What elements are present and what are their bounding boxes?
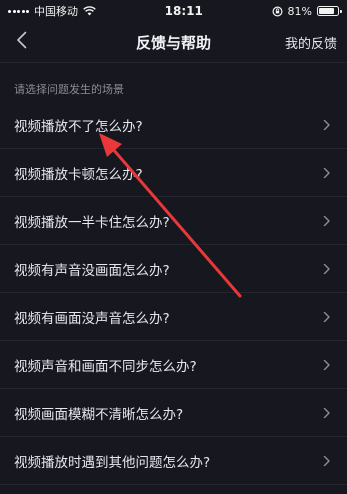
faq-list: 视频播放不了怎么办? 视频播放卡顿怎么办? 视频播放一半卡住怎么办? 视频有声音… [0,101,347,485]
faq-item-label: 视频有画面没声音怎么办? [14,310,170,327]
faq-item-label: 视频画面模糊不清晰怎么办? [14,406,184,423]
chevron-left-icon [16,31,28,53]
chevron-right-icon [323,359,331,371]
header: 反馈与帮助 我的反馈 [0,22,347,63]
my-feedback-link[interactable]: 我的反馈 [285,33,337,52]
faq-item-label: 视频有声音没画面怎么办? [14,262,170,279]
chevron-right-icon [323,407,331,419]
faq-item-video-no-audio[interactable]: 视频有画面没声音怎么办? [0,293,347,341]
chevron-right-icon [323,455,331,467]
faq-item-stutter[interactable]: 视频播放卡顿怎么办? [0,149,347,197]
battery-icon [317,6,342,16]
faq-item-blurry[interactable]: 视频画面模糊不清晰怎么办? [0,389,347,437]
faq-item-cannot-play[interactable]: 视频播放不了怎么办? [0,101,347,149]
status-time: 18:11 [164,4,203,18]
status-bar: 中国移动 18:11 81% [0,0,347,22]
faq-item-freeze-halfway[interactable]: 视频播放一半卡住怎么办? [0,197,347,245]
signal-icon [8,9,29,13]
status-right: 81% [272,4,342,18]
chevron-right-icon [323,263,331,275]
battery-percent: 81% [287,4,312,18]
battery-fill [319,8,334,14]
chevron-right-icon [323,311,331,323]
faq-item-label: 视频声音和画面不同步怎么办? [14,358,197,375]
carrier-label: 中国移动 [34,5,78,18]
faq-item-out-of-sync[interactable]: 视频声音和画面不同步怎么办? [0,341,347,389]
orientation-lock-icon [272,5,283,17]
faq-item-audio-no-video[interactable]: 视频有声音没画面怎么办? [0,245,347,293]
status-left: 中国移动 [8,3,96,19]
faq-item-label: 视频播放卡顿怎么办? [14,166,143,183]
wifi-icon [83,6,96,16]
back-button[interactable] [10,30,34,54]
chevron-right-icon [323,215,331,227]
chevron-right-icon [323,119,331,131]
chevron-right-icon [323,167,331,179]
faq-item-label: 视频播放不了怎么办? [14,118,143,135]
section-label: 请选择问题发生的场景 [14,83,124,96]
faq-item-label: 视频播放时遇到其他问题怎么办? [14,454,211,471]
faq-item-other[interactable]: 视频播放时遇到其他问题怎么办? [0,437,347,485]
faq-item-label: 视频播放一半卡住怎么办? [14,214,170,231]
